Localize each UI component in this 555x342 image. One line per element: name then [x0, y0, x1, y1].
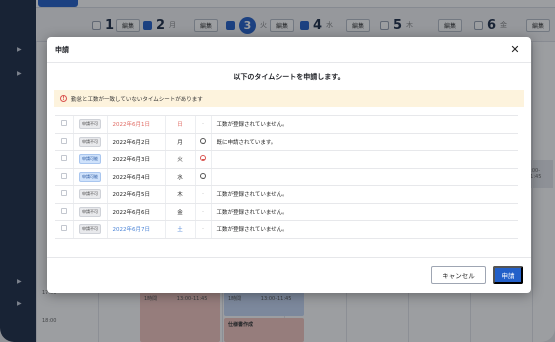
row-weekday: 月	[164, 132, 195, 151]
row-checkbox-cell	[55, 167, 73, 186]
status-badge-cell: 申請不可	[72, 132, 107, 151]
row-checkbox-cell	[55, 150, 73, 169]
status-badge-cell: 申請不可	[72, 115, 107, 134]
status-badge: 申請可能	[79, 154, 101, 165]
timesheet-row: 申請不可 2022年6月2日月既に申請されています。	[55, 132, 518, 151]
row-checkbox[interactable]	[60, 207, 67, 214]
dialog-heading: 以下のタイムシートを申請します。	[233, 73, 345, 81]
frown-icon	[200, 155, 206, 162]
status-badge-cell: 申請不可	[72, 202, 107, 221]
status-badge: 申請不可	[79, 189, 101, 200]
close-icon[interactable]: ✕	[508, 42, 522, 56]
row-message	[210, 167, 518, 186]
row-message: 工数が登録されていません。	[210, 220, 518, 239]
row-message: 工数が登録されていません。	[210, 202, 518, 221]
dash-icon: -	[202, 226, 204, 233]
timesheet-row: 申請不可 2022年6月5日木 - 工数が登録されていません。	[55, 185, 518, 204]
status-badge: 申請不可	[79, 206, 101, 217]
cancel-button[interactable]: キャンセル	[431, 266, 486, 284]
row-checkbox[interactable]	[60, 120, 67, 127]
row-weekday: 土	[164, 220, 195, 239]
row-date: 2022年6月5日	[106, 185, 165, 204]
row-message: 工数が登録されていません。	[210, 115, 518, 134]
smile-icon	[200, 172, 206, 179]
row-date: 2022年6月6日	[106, 202, 165, 221]
row-weekday: 木	[164, 185, 195, 204]
status-badge-cell: 申請可能	[72, 150, 107, 169]
status-badge: 申請不可	[79, 136, 101, 147]
row-checkbox-cell	[55, 202, 73, 221]
row-checkbox-cell	[55, 132, 73, 151]
submit-timesheet-dialog: 申請 ✕ 以下のタイムシートを申請します。 ! 勤怠と工数が一致していないタイム…	[47, 37, 531, 293]
timesheet-row: 申請不可 2022年6月6日金 - 工数が登録されていません。	[55, 202, 518, 221]
row-date: 2022年6月3日	[106, 150, 165, 169]
status-badge: 申請不可	[79, 224, 101, 235]
row-date: 2022年6月1日	[106, 115, 165, 134]
status-badge-cell: 申請不可	[72, 185, 107, 204]
row-date: 2022年6月7日	[106, 220, 165, 239]
row-message	[210, 150, 518, 169]
smile-icon	[200, 137, 206, 144]
warning-alert: ! 勤怠と工数が一致していないタイムシートがあります	[54, 90, 524, 107]
status-badge: 申請可能	[79, 171, 101, 182]
row-checkbox-cell	[55, 220, 73, 239]
row-status-icon-cell: -	[194, 185, 211, 204]
status-badge: 申請不可	[79, 119, 101, 130]
status-badge-cell: 申請可能	[72, 167, 107, 186]
row-checkbox[interactable]	[60, 172, 67, 179]
alert-text: 勤怠と工数が一致していないタイムシートがあります	[71, 96, 203, 103]
row-checkbox[interactable]	[60, 190, 67, 197]
warning-icon: !	[60, 95, 67, 102]
row-message: 工数が登録されていません。	[210, 185, 518, 204]
timesheet-row: 申請不可 2022年6月7日土 - 工数が登録されていません。	[55, 220, 518, 239]
row-checkbox[interactable]	[60, 155, 67, 162]
row-status-icon-cell: -	[194, 202, 211, 221]
dash-icon: -	[202, 121, 204, 128]
row-status-icon-cell: -	[194, 115, 211, 134]
timesheet-table: 申請不可 2022年6月1日日 - 工数が登録されていません。 申請不可 2022年6月2…	[55, 115, 518, 239]
timesheet-row: 申請可能 2022年6月3日火	[55, 150, 518, 169]
timesheet-row: 申請不可 2022年6月1日日 - 工数が登録されていません。	[55, 115, 518, 134]
row-status-icon-cell	[194, 150, 211, 169]
submit-button[interactable]: 申請	[493, 266, 523, 284]
row-date: 2022年6月2日	[106, 132, 165, 151]
row-status-icon-cell: -	[194, 220, 211, 239]
timesheet-row: 申請可能 2022年6月4日水	[55, 167, 518, 186]
row-status-icon-cell	[194, 167, 211, 186]
row-message: 既に申請されています。	[210, 132, 518, 151]
row-checkbox[interactable]	[60, 225, 67, 232]
dialog-footer: キャンセル 申請	[47, 258, 531, 293]
row-weekday: 日	[164, 115, 195, 134]
row-weekday: 金	[164, 202, 195, 221]
row-weekday: 水	[164, 167, 195, 186]
row-checkbox-cell	[55, 115, 73, 134]
dash-icon: -	[202, 208, 204, 215]
dash-icon: -	[202, 191, 204, 198]
row-checkbox[interactable]	[60, 137, 67, 144]
row-weekday: 火	[164, 150, 195, 169]
row-checkbox-cell	[55, 185, 73, 204]
row-date: 2022年6月4日	[106, 167, 165, 186]
dialog-title: 申請	[55, 45, 69, 54]
dialog-header: 申請 ✕	[47, 37, 531, 62]
row-status-icon-cell	[194, 132, 211, 151]
status-badge-cell: 申請不可	[72, 220, 107, 239]
